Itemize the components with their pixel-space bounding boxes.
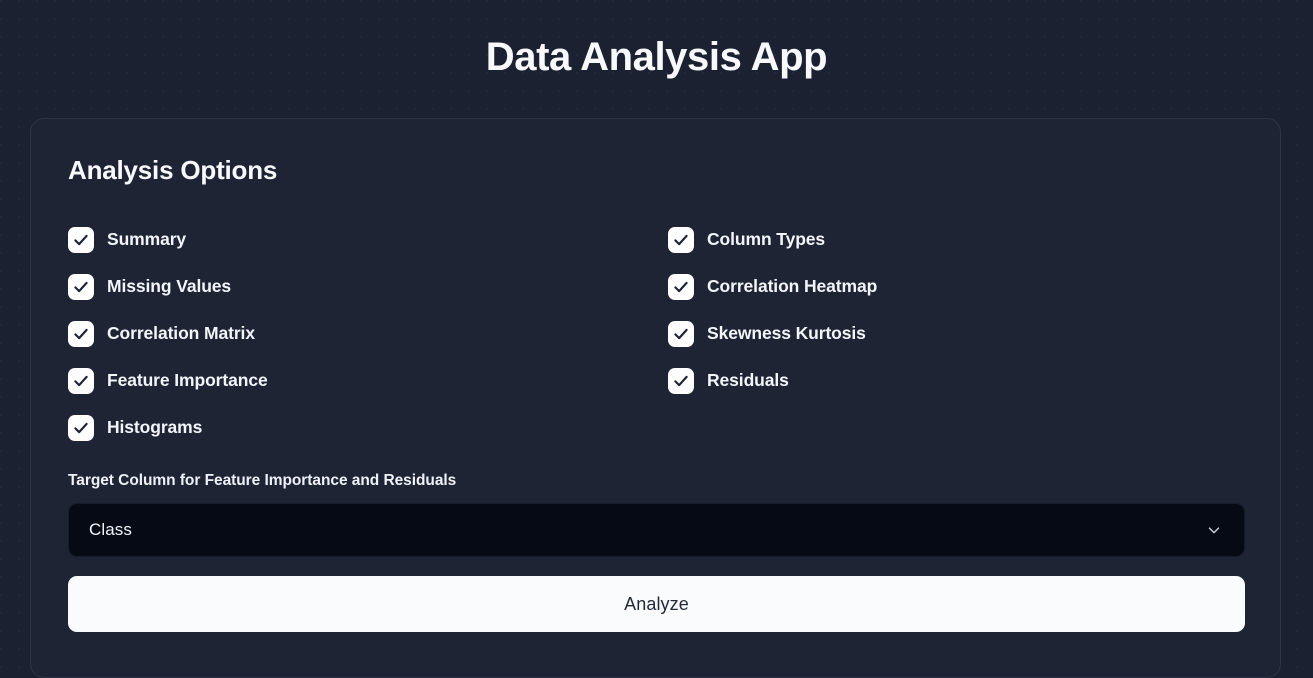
check-icon [74,328,88,339]
check-icon [674,328,688,339]
check-icon [74,234,88,245]
card-heading: Analysis Options [68,155,278,185]
checkbox-missing-values[interactable] [68,273,94,300]
target-column-select-wrapper: Class [68,503,1245,557]
checkbox-row-correlation-matrix[interactable]: Correlation Matrix [68,310,668,357]
page-title: Data Analysis App [485,35,828,79]
checkbox-feature-importance[interactable] [68,367,94,394]
checkbox-row-correlation-heatmap[interactable]: Correlation Heatmap [668,263,1243,310]
checkbox-label-correlation-heatmap: Correlation Heatmap [707,275,878,296]
checkbox-histograms[interactable] [68,414,94,441]
checkbox-column-types[interactable] [668,226,694,253]
check-icon [674,281,688,292]
check-icon [74,281,88,292]
checkbox-correlation-matrix[interactable] [68,320,94,347]
options-right-column: Column Types Correlation Heatmap Skewnes… [668,216,1243,451]
checkbox-summary[interactable] [68,226,94,253]
checkbox-label-skewness-kurtosis: Skewness Kurtosis [707,322,866,343]
check-icon [74,375,88,386]
options-left-column: Summary Missing Values Correlation Matri… [68,216,668,451]
checkbox-skewness-kurtosis[interactable] [668,320,694,347]
checkbox-label-residuals: Residuals [707,369,789,390]
checkbox-row-skewness-kurtosis[interactable]: Skewness Kurtosis [668,310,1243,357]
checkbox-row-histograms[interactable]: Histograms [68,404,668,451]
checkbox-correlation-heatmap[interactable] [668,273,694,300]
checkbox-label-summary: Summary [107,228,187,249]
checkbox-label-correlation-matrix: Correlation Matrix [107,322,255,343]
analysis-options-grid: Summary Missing Values Correlation Matri… [68,216,1243,451]
checkbox-label-feature-importance: Feature Importance [107,369,268,390]
target-column-selected-value: Class [89,520,133,539]
analyze-button[interactable]: Analyze [68,576,1245,632]
checkbox-row-column-types[interactable]: Column Types [668,216,1243,263]
target-column-label: Target Column for Feature Importance and… [68,472,457,489]
checkbox-label-missing-values: Missing Values [107,275,232,296]
checkbox-row-feature-importance[interactable]: Feature Importance [68,357,668,404]
check-icon [74,422,88,433]
checkbox-label-histograms: Histograms [107,416,203,437]
checkbox-row-residuals[interactable]: Residuals [668,357,1243,404]
checkbox-row-missing-values[interactable]: Missing Values [68,263,668,310]
analysis-options-card: Analysis Options Summary Missing Values [30,118,1281,678]
checkbox-residuals[interactable] [668,367,694,394]
target-column-select[interactable]: Class [68,503,1245,557]
checkbox-label-column-types: Column Types [707,228,826,249]
check-icon [674,375,688,386]
checkbox-row-summary[interactable]: Summary [68,216,668,263]
check-icon [674,234,688,245]
